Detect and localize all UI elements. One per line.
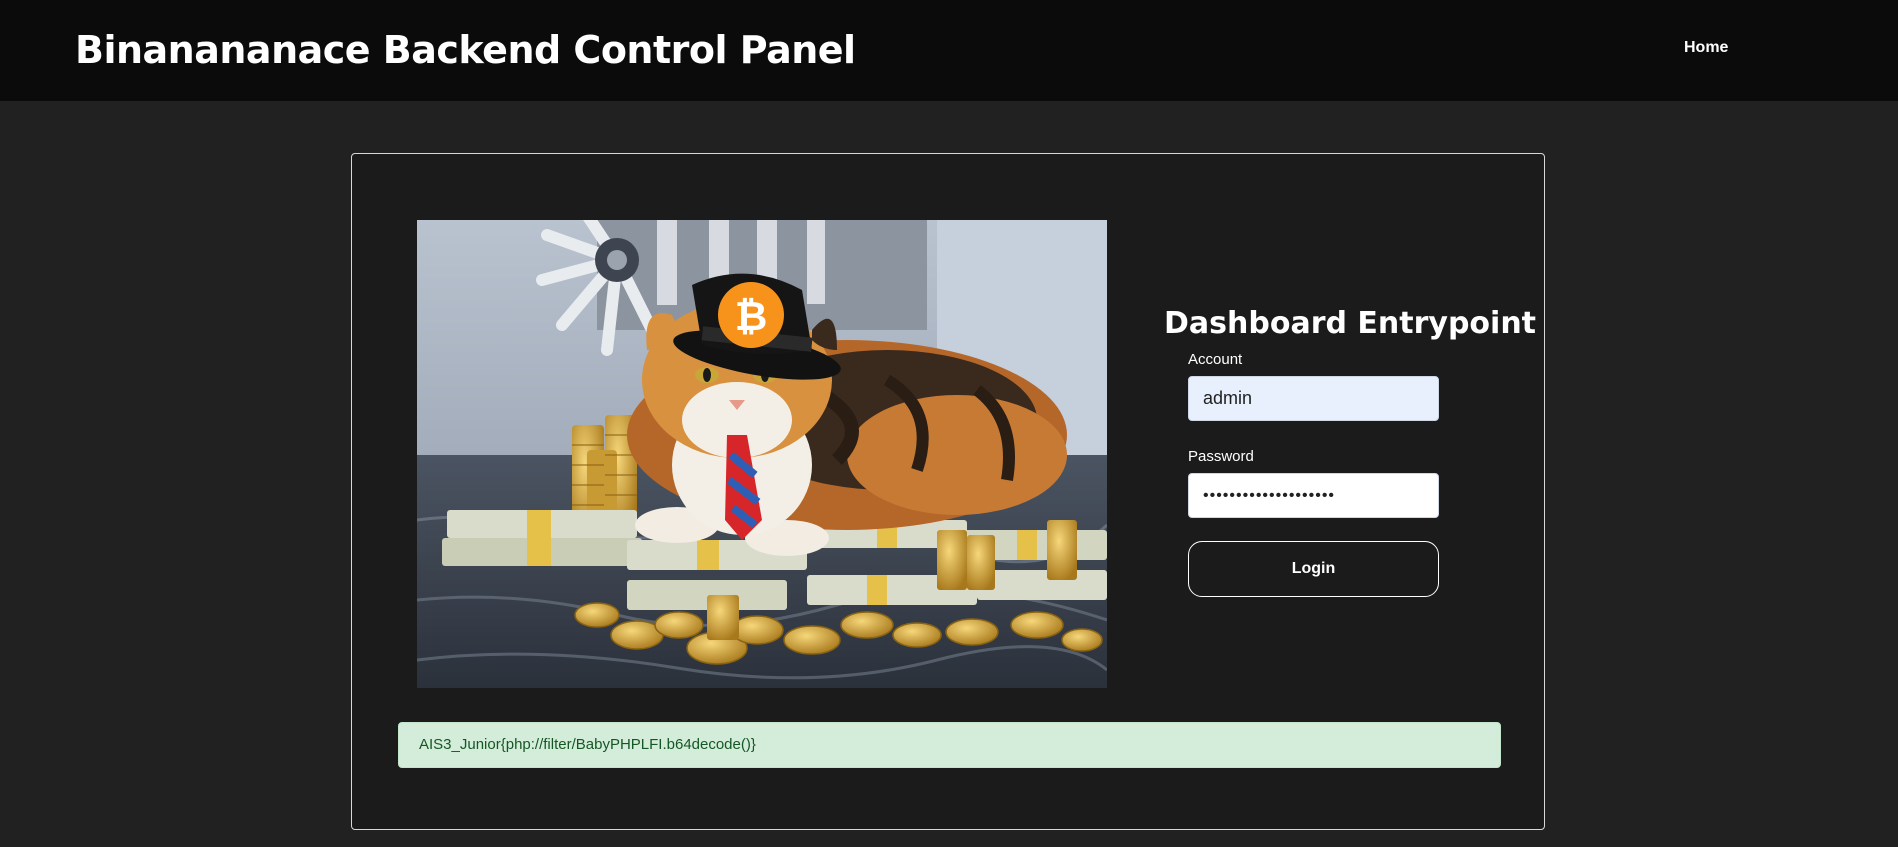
- login-form: Dashboard Entrypoint Account Password Lo…: [1164, 306, 1537, 597]
- nav-home-link[interactable]: Home: [1684, 39, 1728, 57]
- success-alert: AIS3_Junior{php://filter/BabyPHPLFI.b64d…: [398, 722, 1501, 768]
- account-label: Account: [1188, 351, 1243, 368]
- hero-image: ₿: [417, 220, 1107, 688]
- form-title: Dashboard Entrypoint: [1164, 306, 1537, 341]
- password-input[interactable]: [1188, 473, 1439, 518]
- top-navbar: Binanananace Backend Control Panel Home: [0, 0, 1898, 101]
- password-label: Password: [1188, 448, 1254, 465]
- cat-with-bitcoin-hat-icon: ₿: [417, 220, 1107, 688]
- svg-text:₿: ₿: [735, 294, 768, 340]
- login-button[interactable]: Login: [1188, 541, 1439, 597]
- login-card: ₿ Dashboard Entrypoint Account admin Pas…: [351, 153, 1545, 830]
- site-brand[interactable]: Binanananace Backend Control Panel: [75, 28, 856, 72]
- account-input[interactable]: [1188, 376, 1439, 421]
